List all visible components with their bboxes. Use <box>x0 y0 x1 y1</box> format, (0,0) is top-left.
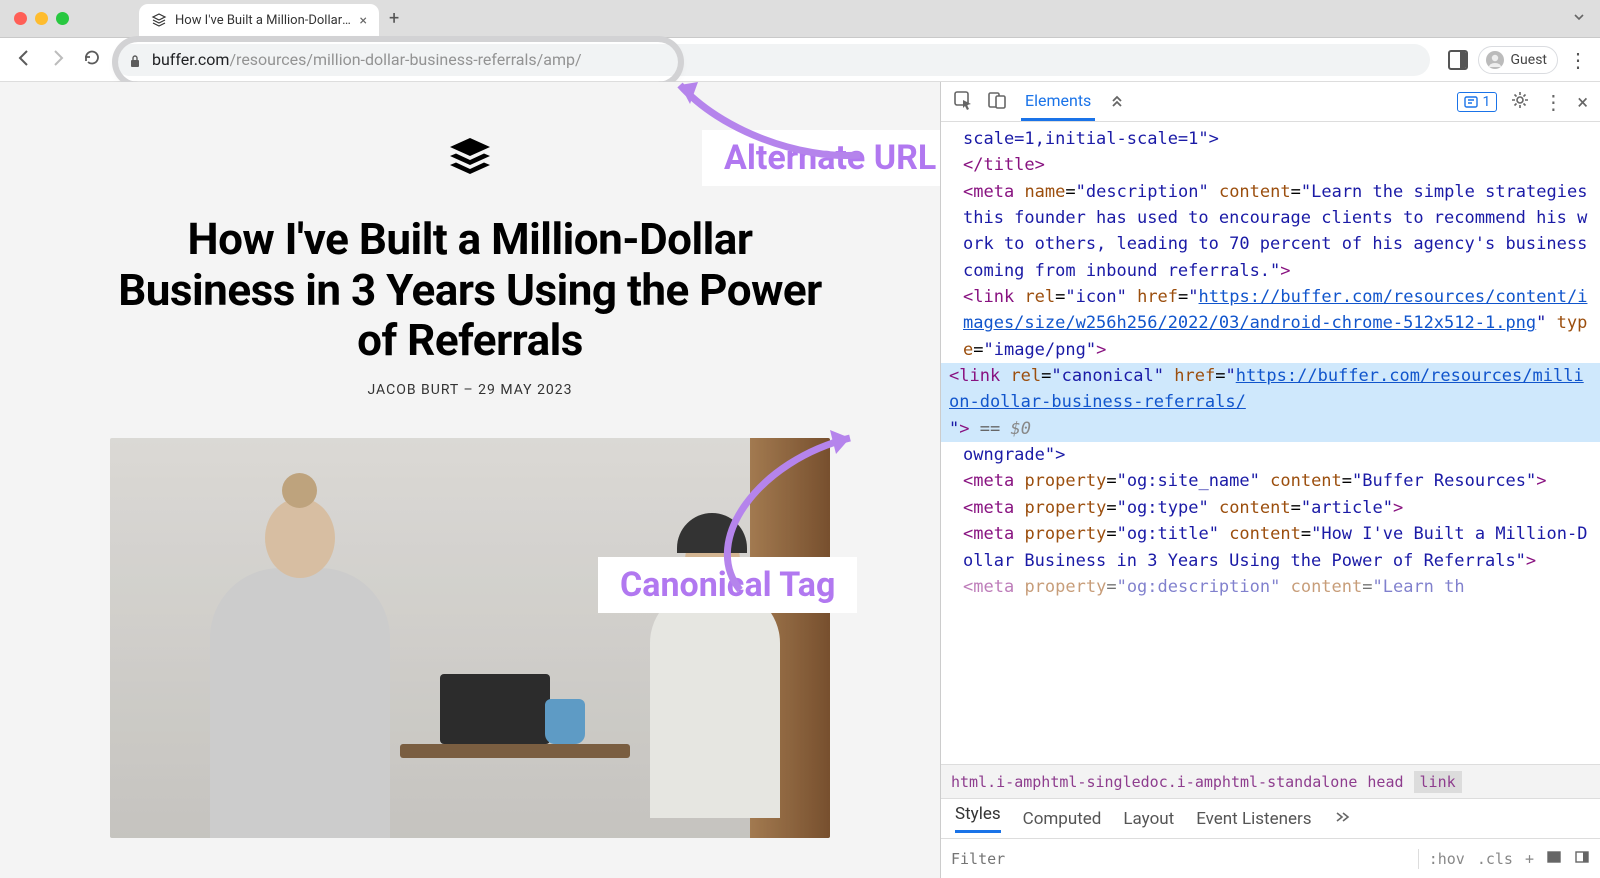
toggle-sidebar-icon[interactable] <box>1574 849 1590 869</box>
profile-button[interactable]: Guest <box>1478 46 1558 74</box>
profile-label: Guest <box>1511 52 1547 68</box>
styles-tab-styles[interactable]: Styles <box>955 804 1001 833</box>
devtools-settings-icon[interactable] <box>1511 91 1529 113</box>
styles-filter-input[interactable] <box>951 850 1071 868</box>
styles-tabs-more-icon[interactable] <box>1334 809 1350 829</box>
styles-tab-computed[interactable]: Computed <box>1023 809 1102 829</box>
arrow-to-canonical-icon <box>680 420 900 614</box>
forward-button[interactable] <box>46 48 70 72</box>
code-line[interactable]: </title> <box>963 152 1592 178</box>
page-content-area: How I've Built a Million-Dollar Business… <box>0 82 940 878</box>
hov-toggle[interactable]: :hov <box>1429 850 1465 868</box>
code-line[interactable]: scale=1,initial-scale=1"> <box>963 126 1592 152</box>
code-line[interactable]: owngrade"> <box>963 442 1592 468</box>
code-line[interactable]: <meta property="og:description" content=… <box>963 574 1592 600</box>
code-line[interactable]: <meta property="og:site_name" content="B… <box>963 468 1592 494</box>
browser-toolbar: buffer.com/resources/million-dollar-busi… <box>0 38 1600 82</box>
back-button[interactable] <box>12 48 36 72</box>
computed-toggle-icon[interactable] <box>1546 849 1562 869</box>
new-tab-button[interactable]: + <box>389 8 399 29</box>
devtools-tabs-more-icon[interactable] <box>1109 92 1125 112</box>
devtools-issues-badge[interactable]: 1 <box>1457 92 1497 112</box>
minimize-window-button[interactable] <box>35 12 48 25</box>
window-titlebar: How I've Built a Million-Dollar B × + <box>0 0 1600 38</box>
breadcrumb-link[interactable]: link <box>1414 771 1462 793</box>
devtools-tab-elements[interactable]: Elements <box>1021 83 1095 121</box>
url-text: buffer.com/resources/million-dollar-busi… <box>152 50 582 69</box>
devtools-panel: Elements 1 ⋮ × scale=1,initial-scale=1">… <box>940 82 1600 878</box>
arrow-to-url-icon <box>640 82 900 184</box>
article-byline: JACOB BURT – 29 MAY 2023 <box>110 382 830 398</box>
devtools-elements-tree[interactable]: scale=1,initial-scale=1"> </title> <meta… <box>941 122 1600 764</box>
code-line-selected-canonical[interactable]: <link rel="canonical" href="https://buff… <box>941 363 1600 442</box>
styles-tab-events[interactable]: Event Listeners <box>1196 809 1311 829</box>
tab-title: How I've Built a Million-Dollar B <box>175 13 352 28</box>
cls-toggle[interactable]: .cls <box>1477 850 1513 868</box>
devtools-more-icon[interactable]: ⋮ <box>1543 90 1563 114</box>
code-line[interactable]: <meta property="og:title" content="How I… <box>963 521 1592 574</box>
traffic-lights <box>14 12 69 25</box>
devtools-styles-tabs: Styles Computed Layout Event Listeners <box>941 798 1600 838</box>
lock-icon <box>128 53 142 67</box>
article-title: How I've Built a Million-Dollar Business… <box>110 214 830 366</box>
tabs-overflow-icon[interactable] <box>1572 9 1586 28</box>
code-line[interactable]: <meta property="og:type" content="articl… <box>963 495 1592 521</box>
styles-tab-layout[interactable]: Layout <box>1123 809 1174 829</box>
breadcrumb-html[interactable]: html.i-amphtml-singledoc.i-amphtml-stand… <box>951 773 1357 791</box>
devtools-breadcrumb[interactable]: html.i-amphtml-singledoc.i-amphtml-stand… <box>941 764 1600 798</box>
breadcrumb-head[interactable]: head <box>1367 773 1403 791</box>
buffer-favicon <box>151 13 167 29</box>
maximize-window-button[interactable] <box>56 12 69 25</box>
chrome-menu-button[interactable]: ⋮ <box>1568 48 1588 72</box>
code-line[interactable]: <link rel="icon" href="https://buffer.co… <box>963 284 1592 363</box>
devtools-close-icon[interactable]: × <box>1577 90 1588 114</box>
close-window-button[interactable] <box>14 12 27 25</box>
tab-close-button[interactable]: × <box>360 13 367 29</box>
device-toolbar-icon[interactable] <box>987 90 1007 114</box>
new-style-rule-icon[interactable]: + <box>1525 850 1534 868</box>
browser-tab[interactable]: How I've Built a Million-Dollar B × <box>139 4 379 38</box>
address-bar[interactable]: buffer.com/resources/million-dollar-busi… <box>114 44 1430 76</box>
devtools-toolbar: Elements 1 ⋮ × <box>941 82 1600 122</box>
panel-toggle-icon[interactable] <box>1448 50 1468 70</box>
devtools-styles-footer: :hov .cls + <box>941 838 1600 878</box>
inspect-element-icon[interactable] <box>953 90 973 114</box>
code-line[interactable]: <meta name="description" content="Learn … <box>963 179 1592 284</box>
reload-button[interactable] <box>80 49 104 71</box>
